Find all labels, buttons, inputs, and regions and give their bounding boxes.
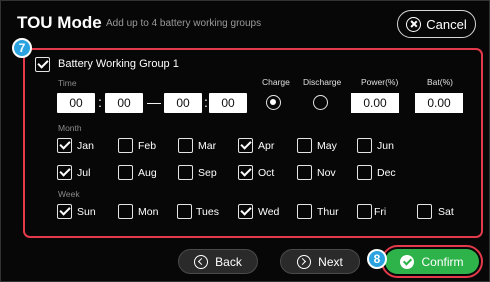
month-checkbox-may[interactable] bbox=[297, 138, 312, 153]
month-checkbox-nov[interactable] bbox=[297, 165, 312, 180]
step-marker-7: 7 bbox=[12, 38, 32, 58]
month-label-jul: Jul bbox=[77, 167, 91, 179]
time-colon: : bbox=[98, 94, 102, 110]
end-hour-field[interactable]: 00 bbox=[164, 93, 202, 113]
start-hour-field[interactable]: 00 bbox=[57, 93, 95, 113]
weekday-label-wed: Wed bbox=[258, 206, 280, 218]
month-label-jan: Jan bbox=[77, 140, 94, 152]
page-subtitle: Add up to 4 battery working groups bbox=[106, 18, 262, 29]
group-label: Battery Working Group 1 bbox=[58, 58, 179, 70]
power-label: Power(%) bbox=[361, 77, 399, 87]
confirm-label: Confirm bbox=[421, 254, 464, 269]
time-range-dash: — bbox=[147, 94, 161, 110]
confirm-highlight: Confirm bbox=[381, 245, 483, 278]
month-label: Month bbox=[58, 123, 82, 133]
weekday-label-thur: Thur bbox=[317, 206, 339, 218]
week-label: Week bbox=[58, 189, 80, 199]
close-circle-icon bbox=[406, 16, 422, 32]
weekday-label-sun: Sun bbox=[77, 206, 96, 218]
start-minute-field[interactable]: 00 bbox=[105, 93, 143, 113]
charge-radio[interactable] bbox=[266, 95, 281, 110]
month-label-sep: Sep bbox=[198, 167, 217, 179]
month-label-dec: Dec bbox=[377, 167, 396, 179]
month-label-mar: Mar bbox=[198, 140, 217, 152]
month-checkbox-jun[interactable] bbox=[357, 138, 372, 153]
discharge-label: Discharge bbox=[303, 77, 342, 87]
back-button[interactable]: Back bbox=[178, 249, 258, 274]
page-title: TOU Mode bbox=[17, 13, 102, 32]
discharge-radio[interactable] bbox=[313, 95, 328, 110]
month-checkbox-feb[interactable] bbox=[118, 138, 133, 153]
month-checkbox-sep[interactable] bbox=[178, 165, 193, 180]
weekday-label-mon: Mon bbox=[138, 206, 159, 218]
month-checkbox-mar[interactable] bbox=[178, 138, 193, 153]
month-label-nov: Nov bbox=[317, 167, 336, 179]
chevron-right-icon bbox=[297, 254, 312, 269]
step-marker-8: 8 bbox=[367, 249, 387, 269]
group-enable-checkbox[interactable] bbox=[35, 57, 50, 72]
month-label-may: May bbox=[317, 140, 337, 152]
weekday-label-sat: Sat bbox=[438, 206, 454, 218]
power-field[interactable]: 0.00 bbox=[351, 93, 399, 113]
end-minute-field[interactable]: 00 bbox=[209, 93, 247, 113]
weekday-checkbox-thur[interactable] bbox=[297, 204, 312, 219]
bat-field[interactable]: 0.00 bbox=[415, 93, 463, 113]
cancel-label: Cancel bbox=[426, 16, 467, 32]
bat-label: Bat(%) bbox=[427, 77, 453, 87]
weekday-label-fri: Fri bbox=[374, 206, 387, 218]
charge-label: Charge bbox=[262, 77, 290, 87]
time-label: Time bbox=[58, 78, 77, 88]
month-checkbox-jan[interactable] bbox=[57, 138, 72, 153]
time-colon: : bbox=[204, 94, 208, 110]
month-label-oct: Oct bbox=[258, 167, 275, 179]
month-label-jun: Jun bbox=[377, 140, 394, 152]
next-label: Next bbox=[318, 254, 343, 269]
month-label-aug: Aug bbox=[138, 167, 157, 179]
weekday-checkbox-sun[interactable] bbox=[57, 204, 72, 219]
month-label-apr: Apr bbox=[258, 140, 275, 152]
weekday-checkbox-mon[interactable] bbox=[118, 204, 133, 219]
month-checkbox-dec[interactable] bbox=[357, 165, 372, 180]
month-label-feb: Feb bbox=[138, 140, 157, 152]
month-checkbox-jul[interactable] bbox=[57, 165, 72, 180]
month-checkbox-aug[interactable] bbox=[118, 165, 133, 180]
weekday-checkbox-sat[interactable] bbox=[417, 204, 432, 219]
weekday-checkbox-tues[interactable] bbox=[177, 204, 192, 219]
weekday-label-tues: Tues bbox=[196, 206, 219, 218]
month-checkbox-apr[interactable] bbox=[238, 138, 253, 153]
tou-mode-screen: TOU Mode Add up to 4 battery working gro… bbox=[0, 0, 490, 282]
chevron-left-icon bbox=[194, 254, 209, 269]
weekday-checkbox-fri[interactable] bbox=[357, 204, 372, 219]
check-circle-icon bbox=[400, 254, 415, 269]
confirm-button[interactable]: Confirm bbox=[385, 249, 479, 274]
next-button[interactable]: Next bbox=[280, 249, 360, 274]
month-checkbox-oct[interactable] bbox=[238, 165, 253, 180]
cancel-button[interactable]: Cancel bbox=[397, 10, 476, 38]
weekday-checkbox-wed[interactable] bbox=[238, 204, 253, 219]
back-label: Back bbox=[215, 254, 242, 269]
